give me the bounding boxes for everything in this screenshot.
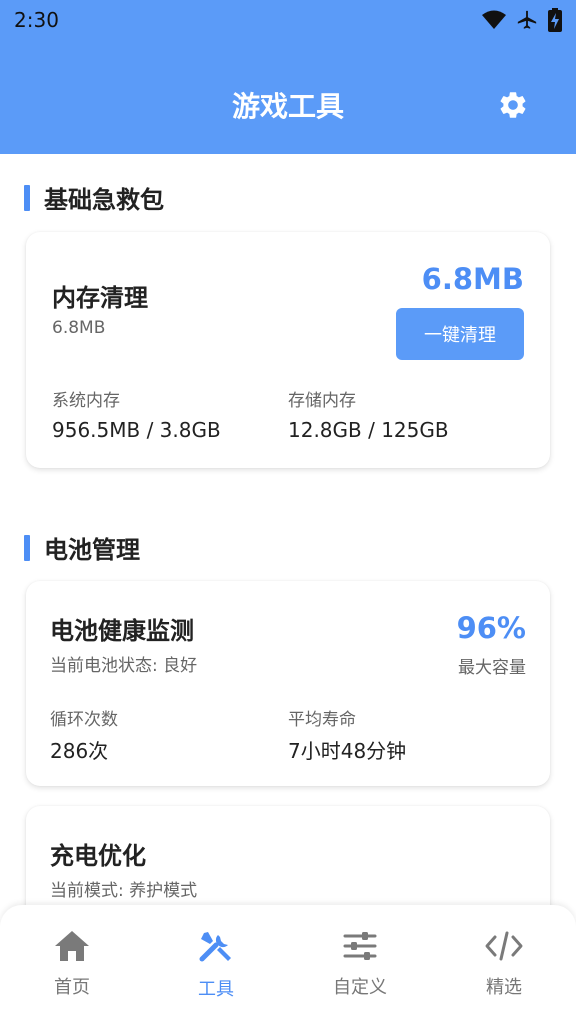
code-icon — [485, 931, 523, 961]
stat-label: 存储内存 — [288, 391, 356, 411]
stat-label: 系统内存 — [52, 391, 120, 411]
memory-clean-card: 内存清理 6.8MB 6.8MB 一键清理 系统内存 956.5MB / 3.8… — [26, 232, 550, 468]
card-title: 内存清理 — [52, 284, 148, 312]
battery-charging-icon — [548, 8, 562, 32]
memory-cleanable-value: 6.8MB — [421, 262, 524, 296]
bottom-navigation: 首页 工具 自定义 精选 — [0, 905, 576, 1024]
airplane-icon — [517, 10, 537, 29]
section-title: 基础急救包 — [44, 186, 164, 214]
stat-value: 7小时48分钟 — [288, 739, 407, 763]
stat-label: 循环次数 — [50, 710, 118, 730]
nav-item-customize[interactable]: 自定义 — [288, 905, 432, 1024]
section-accent-bar — [24, 184, 30, 211]
section-header-first-aid: 基础急救包 — [24, 180, 164, 215]
status-bar: 2:30 — [0, 0, 576, 40]
card-subtitle: 6.8MB — [52, 318, 106, 338]
battery-capacity-label: 最大容量 — [458, 658, 526, 678]
nav-label: 首页 — [54, 977, 90, 998]
card-title: 充电优化 — [50, 842, 146, 870]
sliders-icon — [343, 932, 377, 960]
stat-value: 12.8GB / 125GB — [288, 418, 449, 442]
card-subtitle: 当前模式: 养护模式 — [50, 881, 198, 901]
home-icon — [55, 931, 89, 961]
stat-value: 956.5MB / 3.8GB — [52, 418, 221, 442]
section-accent-bar — [24, 534, 30, 561]
stat-label: 平均寿命 — [288, 710, 356, 730]
battery-health-card[interactable]: 电池健康监测 当前电池状态: 良好 96% 最大容量 循环次数 286次 平均寿… — [26, 581, 550, 786]
nav-item-featured[interactable]: 精选 — [432, 905, 576, 1024]
nav-label: 自定义 — [333, 977, 387, 998]
page-title: 游戏工具 — [231, 90, 344, 123]
title-bar: 游戏工具 — [0, 70, 576, 140]
nav-label: 精选 — [486, 977, 522, 998]
section-title: 电池管理 — [44, 536, 140, 564]
nav-item-tools[interactable]: 工具 — [144, 905, 288, 1024]
status-icons — [482, 8, 562, 32]
one-click-clean-button[interactable]: 一键清理 — [396, 308, 524, 360]
stat-value: 286次 — [50, 739, 109, 763]
settings-button[interactable] — [496, 88, 530, 122]
card-subtitle: 当前电池状态: 良好 — [50, 656, 198, 676]
card-title: 电池健康监测 — [50, 617, 194, 645]
tools-icon — [199, 932, 231, 962]
battery-capacity-value: 96% — [456, 611, 526, 645]
section-header-battery: 电池管理 — [24, 530, 140, 565]
gear-icon — [500, 92, 526, 118]
wifi-icon — [482, 10, 506, 29]
nav-label: 工具 — [198, 979, 234, 1000]
status-time: 2:30 — [14, 8, 59, 32]
nav-item-home[interactable]: 首页 — [0, 905, 144, 1024]
